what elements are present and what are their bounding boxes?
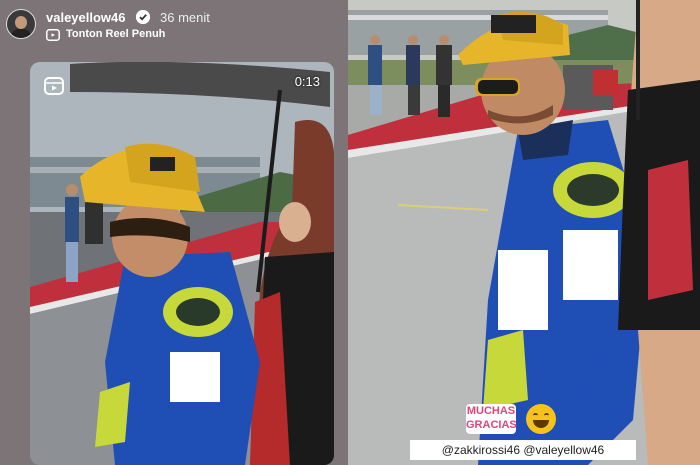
- avatar[interactable]: [6, 9, 36, 39]
- reel-video[interactable]: 0:13: [30, 62, 334, 465]
- reel-icon: [44, 76, 64, 96]
- story-header: valeyellow46 36 menit Tonton Reel Penuh …: [0, 0, 348, 44]
- username[interactable]: valeyellow46: [46, 10, 126, 25]
- emoji-eye-left: [533, 413, 538, 418]
- muchas-gracias-sticker[interactable]: MUCHAS GRACIAS: [466, 404, 517, 434]
- story-panel: valeyellow46 36 menit Tonton Reel Penuh …: [0, 0, 348, 465]
- story-photo: [348, 0, 700, 465]
- emoji-mouth: [533, 420, 549, 428]
- reel-icon[interactable]: [46, 28, 60, 41]
- emoji-eye-right: [544, 413, 549, 418]
- avatar-face: [15, 16, 27, 29]
- verified-badge-icon: [136, 10, 150, 24]
- watch-full-reel-link[interactable]: Tonton Reel Penuh: [66, 28, 165, 40]
- grinning-face-emoji[interactable]: [526, 404, 556, 434]
- avatar-body: [11, 29, 31, 38]
- post-time: 36 menit: [160, 10, 210, 25]
- video-duration: 0:13: [294, 74, 320, 89]
- reel-video-frame: [30, 62, 334, 465]
- mention-sticker[interactable]: @zakkirossi46 @valeyellow46: [410, 440, 636, 460]
- photo-scene: [348, 0, 700, 465]
